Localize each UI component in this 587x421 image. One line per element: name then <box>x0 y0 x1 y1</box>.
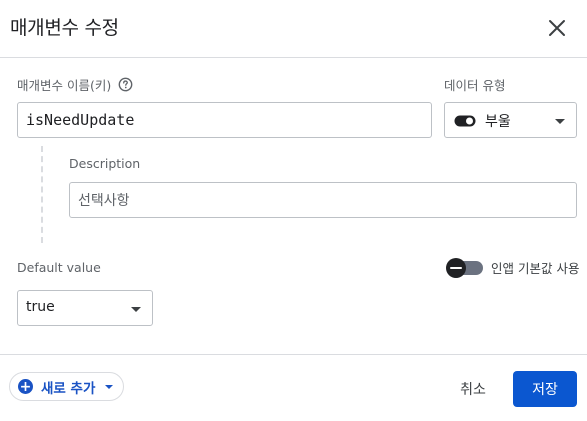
dialog-header: 매개변수 수정 <box>0 0 587 58</box>
param-name-value: isNeedUpdate <box>26 111 135 129</box>
description-label: Description <box>69 156 141 171</box>
in-app-default-toggle[interactable]: 인앱 기본값 사용 <box>446 257 580 278</box>
add-circle-icon: + <box>18 378 33 395</box>
data-type-value: 부울 <box>485 114 511 130</box>
description-input[interactable]: 선택사항 <box>69 182 577 218</box>
add-new-button[interactable]: + 새로 추가 <box>9 372 124 401</box>
question-mark-icon <box>118 77 133 92</box>
chevron-down-icon <box>131 307 141 312</box>
chevron-down-icon <box>105 384 114 389</box>
toggle-thumb <box>446 257 466 278</box>
data-type-select[interactable]: 부울 <box>444 102 577 138</box>
save-button[interactable]: 저장 <box>513 371 577 407</box>
close-button[interactable] <box>541 12 573 44</box>
param-name-label-row: 매개변수 이름(키) <box>17 75 133 94</box>
description-placeholder: 선택사항 <box>78 193 130 209</box>
close-icon <box>549 20 565 36</box>
default-value-label: Default value <box>17 260 101 275</box>
boolean-toggle-icon <box>454 115 476 127</box>
param-name-label: 매개변수 이름(키) <box>17 78 112 93</box>
cancel-button[interactable]: 취소 <box>450 372 496 406</box>
data-type-label: 데이터 유형 <box>444 78 506 93</box>
toggle-track[interactable] <box>446 257 483 278</box>
chevron-down-icon <box>555 119 565 124</box>
dialog-title: 매개변수 수정 <box>10 17 119 39</box>
default-value-value: true <box>26 299 55 315</box>
in-app-default-label: 인앱 기본값 사용 <box>491 261 580 276</box>
help-icon[interactable] <box>117 77 133 93</box>
description-indent-line <box>41 146 43 243</box>
add-new-label: 새로 추가 <box>41 380 96 397</box>
param-name-input[interactable]: isNeedUpdate <box>17 102 432 138</box>
default-value-select[interactable]: true <box>17 290 153 326</box>
